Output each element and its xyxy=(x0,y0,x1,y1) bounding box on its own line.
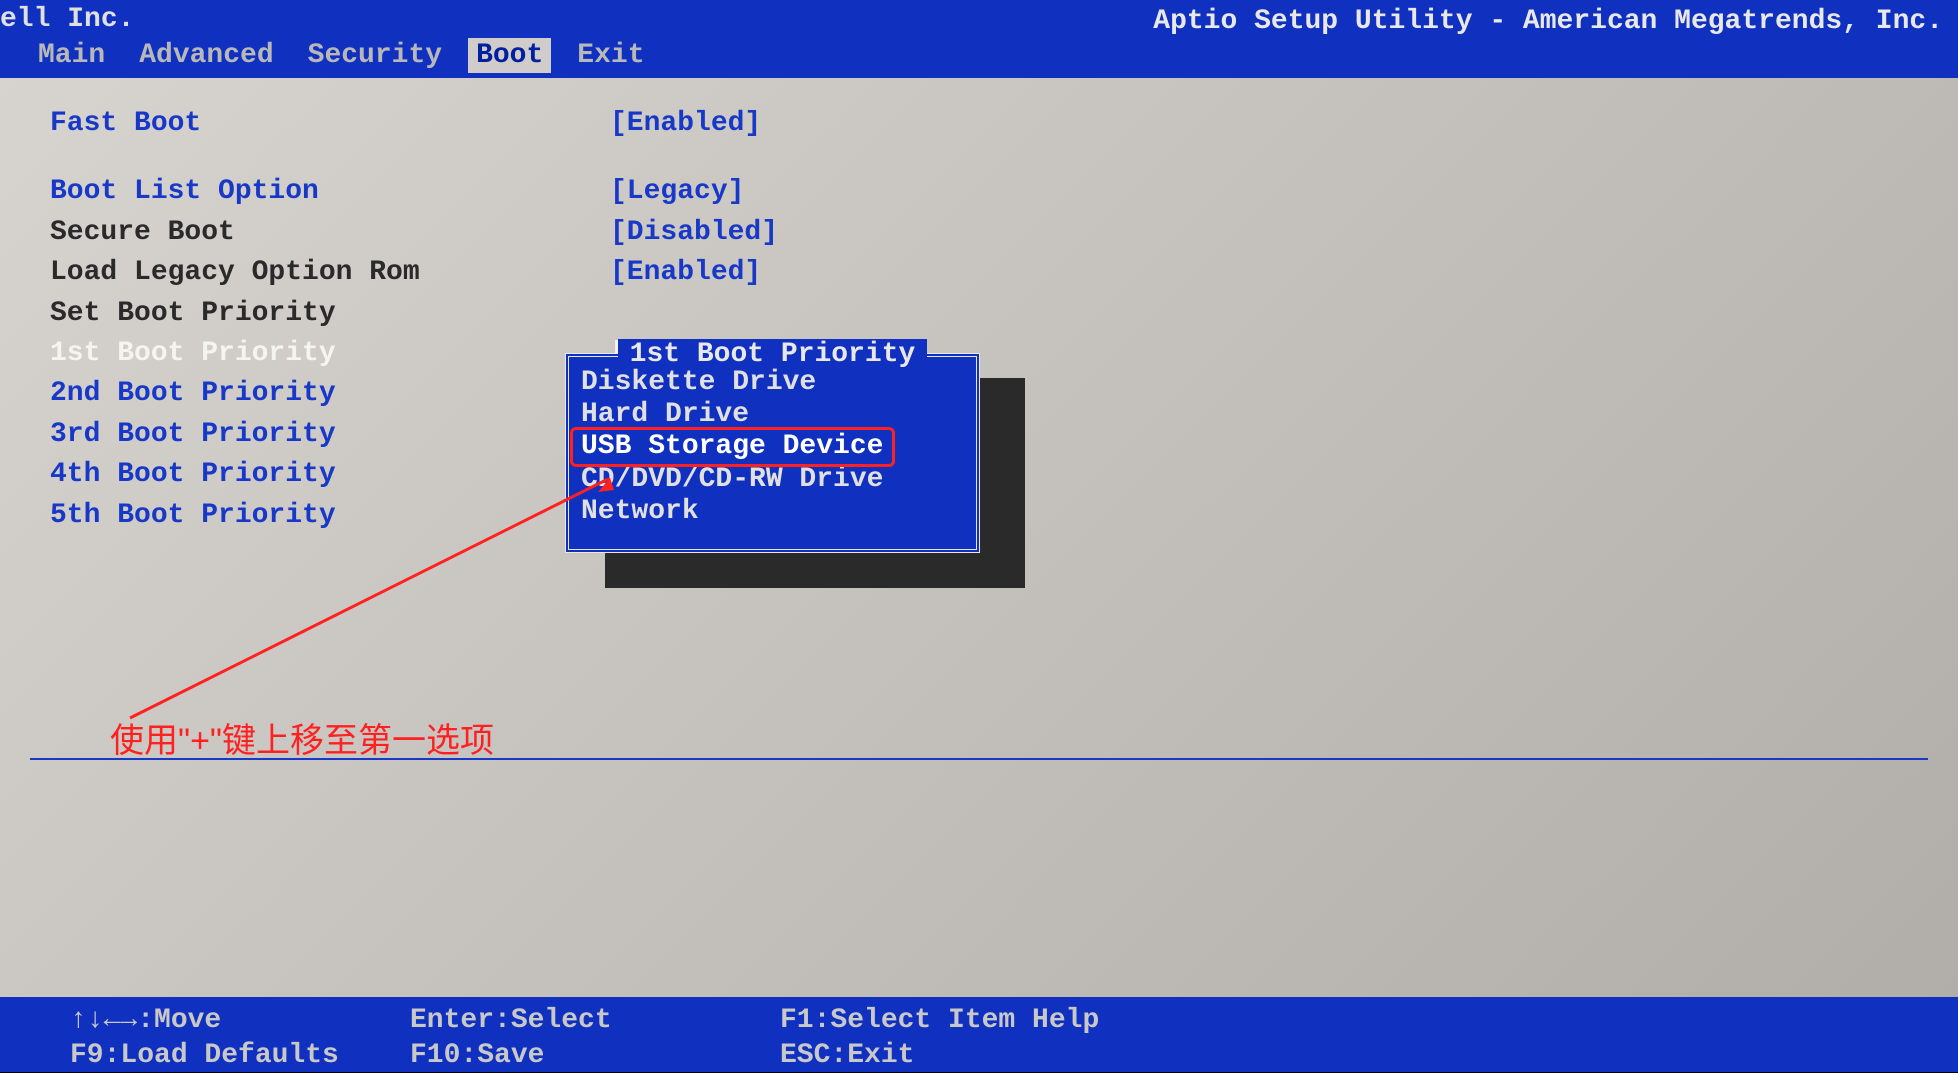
footer-hint-defaults: F9:Load Defaults xyxy=(70,1038,410,1073)
setting-label: 1st Boot Priority xyxy=(50,336,610,372)
tab-security[interactable]: Security xyxy=(300,38,450,73)
annotation-text: 使用"+"键上移至第一选项 xyxy=(110,713,494,762)
popup-items: Diskette Drive Hard Drive USB Storage De… xyxy=(569,357,976,528)
footer-hint-select: Enter:Select xyxy=(410,1003,780,1038)
popup-item-diskette-drive[interactable]: Diskette Drive xyxy=(581,367,964,399)
footer-row-1: ↑↓←→:Move Enter:Select F1:Select Item He… xyxy=(70,1003,1888,1038)
boot-priority-popup: 1st Boot Priority Diskette Drive Hard Dr… xyxy=(565,353,980,553)
utility-name: Aptio Setup Utility - American Megatrend… xyxy=(1153,6,1943,37)
popup-item-cd-dvd-drive[interactable]: CD/DVD/CD-RW Drive xyxy=(581,464,964,496)
popup-item-network[interactable]: Network xyxy=(581,496,964,528)
setting-label: Load Legacy Option Rom xyxy=(50,255,610,291)
setting-label: Boot List Option xyxy=(50,174,610,210)
spacer xyxy=(50,146,1908,174)
setting-load-legacy-option-rom[interactable]: Load Legacy Option Rom [Enabled] xyxy=(50,255,1908,291)
footer-hint-help: F1:Select Item Help xyxy=(780,1003,1140,1038)
setting-value: [Legacy] xyxy=(610,174,744,210)
setting-boot-list-option[interactable]: Boot List Option [Legacy] xyxy=(50,174,1908,210)
setting-label: 3rd Boot Priority xyxy=(50,417,610,453)
popup-item-usb-storage-device[interactable]: USB Storage Device xyxy=(581,431,964,463)
tab-exit[interactable]: Exit xyxy=(569,38,652,73)
footer-hint-move: ↑↓←→:Move xyxy=(70,1003,410,1038)
setting-label: 5th Boot Priority xyxy=(50,498,610,534)
tab-main[interactable]: Main xyxy=(30,38,113,73)
popup-item-hard-drive[interactable]: Hard Drive xyxy=(581,399,964,431)
setting-label: Set Boot Priority xyxy=(50,296,610,332)
footer-bar: ↑↓←→:Move Enter:Select F1:Select Item He… xyxy=(0,997,1958,1072)
header-bar: ell Inc. Aptio Setup Utility - American … xyxy=(0,0,1958,78)
setting-value: [Enabled] xyxy=(610,255,761,291)
setting-label: 4th Boot Priority xyxy=(50,457,610,493)
setting-label: Fast Boot xyxy=(50,106,610,142)
popup-title: 1st Boot Priority xyxy=(569,339,976,370)
tab-boot[interactable]: Boot xyxy=(468,38,551,73)
setting-label: 2nd Boot Priority xyxy=(50,376,610,412)
setting-label: Secure Boot xyxy=(50,215,610,251)
vendor-name: ell Inc. xyxy=(0,4,134,35)
menu-tabs: Main Advanced Security Boot Exit xyxy=(30,38,653,73)
footer-hint-exit: ESC:Exit xyxy=(780,1038,1140,1073)
bios-screen: ell Inc. Aptio Setup Utility - American … xyxy=(0,0,1958,1072)
setting-fast-boot[interactable]: Fast Boot [Enabled] xyxy=(50,106,1908,142)
setting-value: [Disabled] xyxy=(610,215,778,251)
footer-row-2: F9:Load Defaults F10:Save ESC:Exit xyxy=(70,1038,1888,1073)
setting-set-boot-priority[interactable]: Set Boot Priority xyxy=(50,296,1908,332)
content-area: Fast Boot [Enabled] Boot List Option [Le… xyxy=(0,78,1958,1002)
tab-advanced[interactable]: Advanced xyxy=(131,38,281,73)
footer-hint-save: F10:Save xyxy=(410,1038,780,1073)
setting-secure-boot[interactable]: Secure Boot [Disabled] xyxy=(50,215,1908,251)
setting-value: [Enabled] xyxy=(610,106,761,142)
